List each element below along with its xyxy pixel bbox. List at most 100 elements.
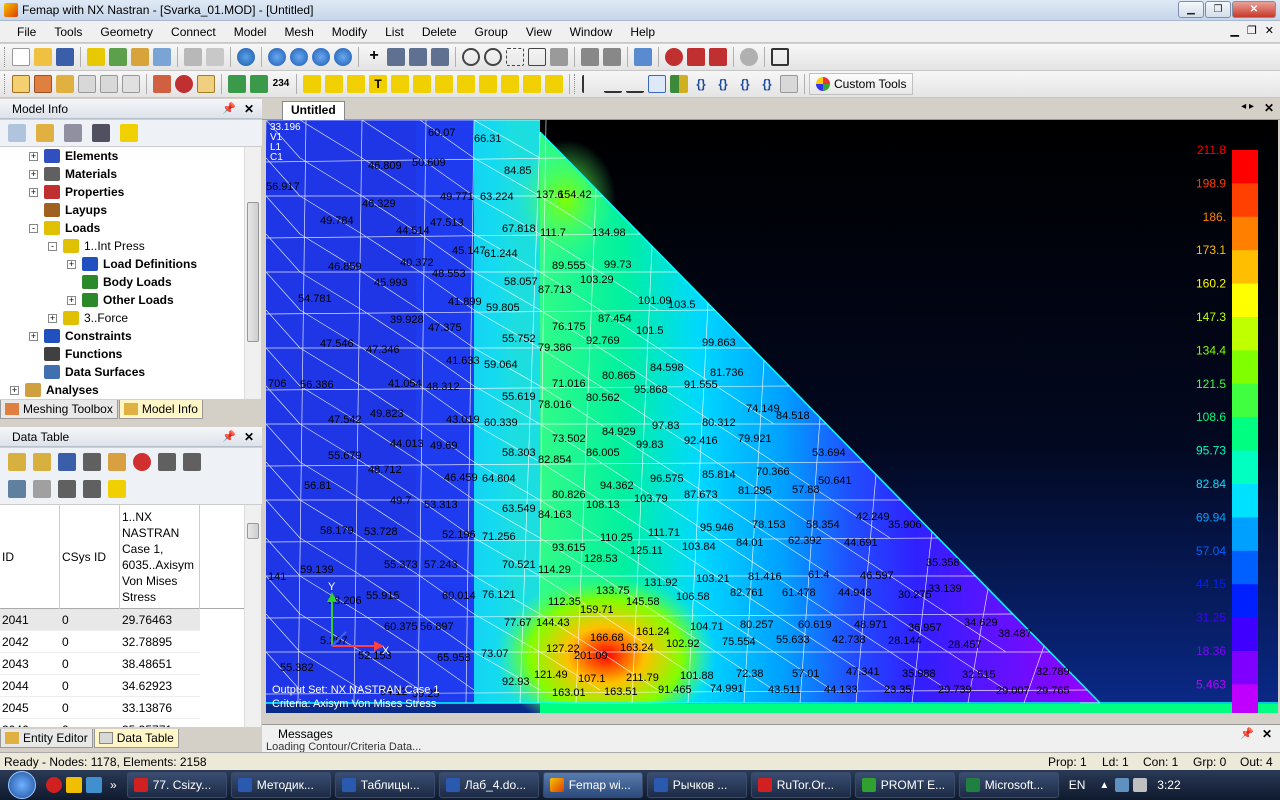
cube-icon[interactable] — [603, 48, 621, 66]
mdi-restore-button[interactable]: ❐ — [1247, 24, 1257, 37]
network-icon[interactable] — [1115, 778, 1130, 792]
add-rows-icon[interactable] — [108, 453, 126, 471]
table-row[interactable]: 2044 0 34.62923 — [0, 675, 200, 697]
filter-2-icon[interactable] — [33, 480, 51, 498]
table-row[interactable]: 2042 0 32.78895 — [0, 631, 200, 653]
geometry-icon[interactable] — [109, 48, 127, 66]
tree-expander-icon[interactable]: + — [29, 169, 38, 179]
filter-3-icon[interactable] — [58, 480, 76, 498]
task-button[interactable]: Методик... — [230, 772, 331, 798]
entity-editor-icon[interactable] — [56, 75, 74, 93]
task-button[interactable]: Microsoft... — [958, 772, 1059, 798]
save-table-icon[interactable] — [58, 453, 76, 471]
arrow-left-icon[interactable] — [268, 48, 286, 66]
data-table-scrollbar[interactable] — [244, 505, 261, 727]
toolbar-grip[interactable] — [4, 74, 7, 94]
restore-button[interactable]: ❐ — [1205, 1, 1231, 18]
tree-expander-icon[interactable]: + — [29, 331, 38, 341]
mdi-minimize-button[interactable]: ▁ — [1230, 24, 1238, 37]
task-button[interactable]: PROMT E... — [854, 772, 955, 798]
menu-tools[interactable]: Tools — [45, 25, 91, 39]
sort-icon[interactable] — [158, 453, 176, 471]
volume-icon[interactable] — [1133, 778, 1148, 792]
custom-tools-button[interactable]: Custom Tools — [809, 73, 914, 95]
column-header-csys[interactable]: CSys ID — [60, 505, 120, 609]
data-table-icon[interactable] — [78, 75, 96, 93]
task-button[interactable]: Рычков ... — [646, 772, 747, 798]
tree-expander-icon[interactable]: + — [29, 187, 38, 197]
menu-mesh[interactable]: Mesh — [275, 25, 322, 39]
text-icon[interactable]: T — [369, 75, 387, 93]
tab-untitled[interactable]: Untitled — [282, 101, 345, 120]
tree-item[interactable]: - Loads — [29, 219, 100, 237]
align-bottom-icon[interactable] — [604, 75, 622, 93]
tools-icon[interactable] — [87, 48, 105, 66]
rotate-y-icon[interactable] — [409, 48, 427, 66]
grid-icon[interactable] — [100, 75, 118, 93]
table-row[interactable]: 2045 0 33.13876 — [0, 697, 200, 719]
notes-icon[interactable] — [197, 75, 215, 93]
tree-item[interactable]: + Elements — [29, 147, 118, 165]
tab-data-table[interactable]: Data Table — [93, 729, 179, 748]
close-panel-icon[interactable]: ✕ — [244, 102, 254, 116]
tree-item[interactable]: + Other Loads — [67, 291, 174, 309]
color-grid-icon[interactable] — [670, 75, 688, 93]
show-desktop-icon[interactable] — [86, 777, 102, 793]
menu-modify[interactable]: Modify — [323, 25, 376, 39]
curve-icon[interactable] — [325, 75, 343, 93]
mesh-tool-2-icon[interactable] — [250, 75, 268, 93]
pick-icon[interactable] — [687, 48, 705, 66]
group-icon[interactable] — [545, 75, 563, 93]
rotate-x-icon[interactable] — [387, 48, 405, 66]
mdi-close-button[interactable]: ✕ — [1265, 24, 1274, 37]
mesh-tool-icon[interactable] — [228, 75, 246, 93]
align-left-icon[interactable] — [582, 75, 600, 93]
tree-item[interactable]: Functions — [29, 345, 122, 363]
table-icon[interactable] — [122, 75, 140, 93]
tree-item[interactable]: + Analyses — [10, 381, 99, 399]
tree-item[interactable]: + Constraints — [29, 327, 132, 345]
tree-item[interactable]: + Materials — [29, 165, 117, 183]
highlight-icon[interactable] — [108, 480, 126, 498]
tree-highlight-icon[interactable] — [120, 124, 138, 142]
task-button[interactable]: Лаб_4.do... — [438, 772, 539, 798]
lock-icon[interactable] — [8, 453, 26, 471]
minimize-button[interactable]: ▁ — [1178, 1, 1204, 18]
tab-meshing-toolbox[interactable]: Meshing Toolbox — [0, 400, 118, 419]
tree-expander-icon[interactable]: + — [67, 259, 76, 269]
tree-item[interactable]: + Load Definitions — [67, 255, 197, 273]
tree-item[interactable]: +3..Force — [48, 309, 128, 327]
new-file-icon[interactable] — [12, 48, 30, 66]
tree-folder-icon[interactable] — [36, 124, 54, 142]
close-view-icon[interactable]: ✕ — [1264, 101, 1274, 115]
solid-icon[interactable] — [391, 75, 409, 93]
braces-4-icon[interactable]: {} — [758, 75, 776, 93]
copy-icon[interactable] — [206, 48, 224, 66]
table-row[interactable]: 2046 0 35.35771 — [0, 719, 200, 727]
menu-window[interactable]: Window — [561, 25, 622, 39]
record-icon[interactable] — [175, 75, 193, 93]
data-table-scroll-thumb[interactable] — [247, 523, 259, 539]
tab-entity-editor[interactable]: Entity Editor — [0, 729, 93, 748]
tree-scrollbar[interactable] — [244, 147, 261, 399]
snap-icon[interactable] — [740, 48, 758, 66]
select-table-icon[interactable] — [33, 453, 51, 471]
pin-icon[interactable]: 📌 — [222, 430, 236, 443]
numbering-icon[interactable]: 234 — [272, 75, 290, 93]
quicklaunch-icon[interactable] — [66, 777, 82, 793]
pick-query-icon[interactable] — [709, 48, 727, 66]
scroll-tabs-icon[interactable]: ◂ ▸ — [1241, 101, 1254, 112]
view-style-icon[interactable] — [550, 48, 568, 66]
tree-scroll-thumb[interactable] — [247, 202, 259, 342]
save-icon[interactable] — [56, 48, 74, 66]
table-row[interactable]: 2043 0 38.48651 — [0, 653, 200, 675]
zoom-out-icon[interactable] — [484, 48, 502, 66]
column-header-stress[interactable]: 1..NX NASTRAN Case 1, 6035..Axisym Von M… — [120, 505, 200, 609]
menu-list[interactable]: List — [376, 25, 413, 39]
model-info-icon[interactable] — [12, 75, 30, 93]
braces-icon[interactable]: {} — [692, 75, 710, 93]
graphics-viewport[interactable]: 60.07 66.31 46.809 50.609 84.85 56.917 49.771 6… — [266, 120, 1278, 713]
tree-move-icon[interactable] — [92, 124, 110, 142]
tree-filter-icon[interactable] — [64, 124, 82, 142]
open-folder-icon[interactable] — [34, 48, 52, 66]
